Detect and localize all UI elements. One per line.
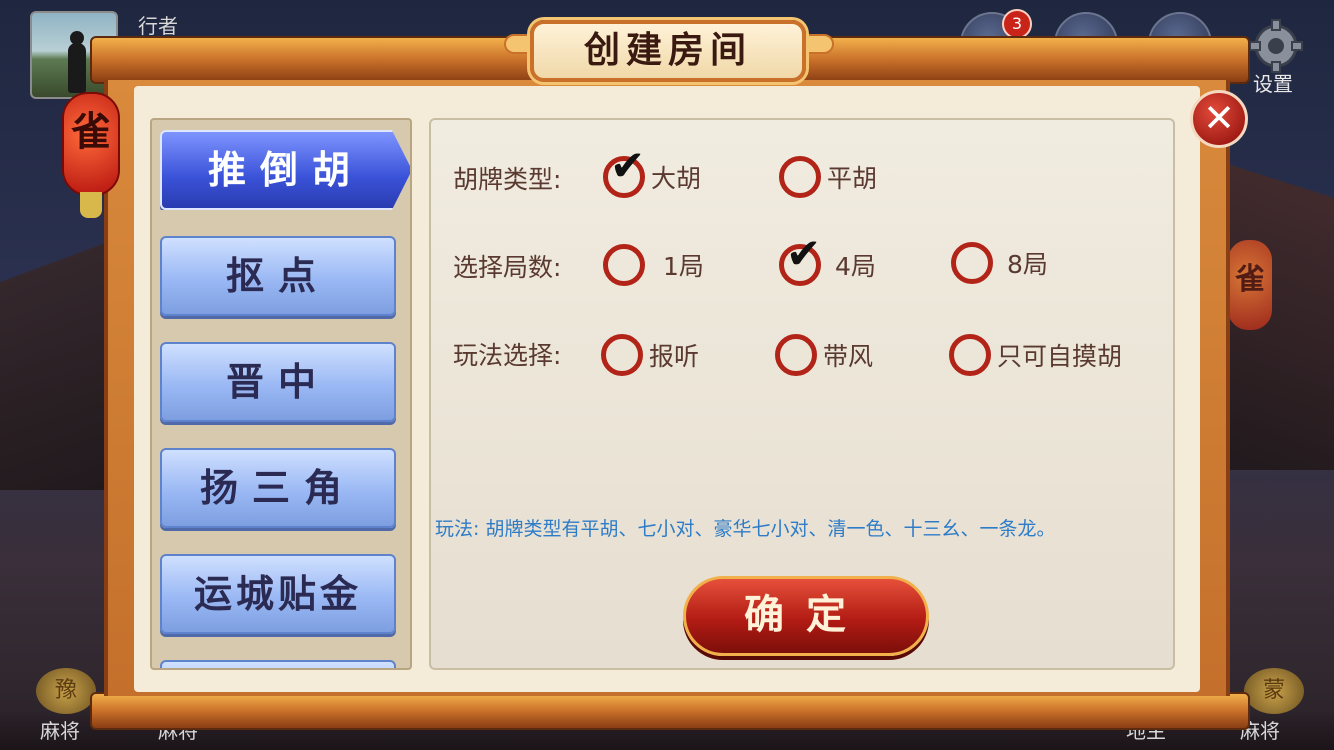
confirm-button[interactable]: 确定 (683, 576, 929, 656)
checkbox-pinghu[interactable] (779, 156, 821, 198)
checkbox-daifeng[interactable] (775, 334, 817, 376)
tab-partial-next[interactable] (160, 660, 396, 668)
option-8-round[interactable]: 8局 (951, 242, 1048, 284)
game-caption-left: 麻将 (40, 719, 80, 743)
checkbox-baoting[interactable] (601, 334, 643, 376)
tab-yangsanjiao[interactable]: 扬三角 (160, 448, 396, 528)
lantern-icon: 雀 (62, 92, 120, 196)
option-dahu[interactable]: ✔ 大胡 (603, 145, 702, 198)
option-zimo-only[interactable]: 只可自摸胡 (949, 334, 1122, 376)
check-mark-icon: ✔ (610, 141, 646, 190)
options-panel: 胡牌类型: ✔ 大胡 平胡 选择局数: 1局 ✔ 4局 8局 玩法选择: 报听 … (429, 118, 1175, 670)
rule-description: 玩法: 胡牌类型有平胡、七小对、豪华七小对、清一色、十三幺、一条龙。 (435, 518, 1056, 540)
checkbox-1-round[interactable] (603, 244, 645, 286)
mail-badge: 3 (1002, 9, 1032, 39)
option-label: 4局 (835, 252, 876, 281)
check-mark-icon: ✔ (786, 229, 822, 278)
checkbox-zimo-only[interactable] (949, 334, 991, 376)
lantern-tassel (80, 192, 102, 218)
row-label-round-count: 选择局数: (453, 253, 562, 282)
tab-jinzhong[interactable]: 晋中 (160, 342, 396, 422)
dialog-title: 创建房间 (530, 20, 806, 82)
avatar-person-silhouette (68, 31, 86, 93)
rule-tab-list: 推倒胡 抠点 晋中 扬三角 运城贴金 (150, 118, 412, 670)
tab-yunchengtiejin[interactable]: 运城贴金 (160, 554, 396, 634)
game-badge-left[interactable]: 豫 (36, 668, 96, 714)
background-lantern: 雀 (1228, 240, 1272, 330)
scroll-bottom-rod (90, 692, 1250, 730)
tab-tuidaohu[interactable]: 推倒胡 (160, 130, 410, 210)
tab-koudian[interactable]: 抠点 (160, 236, 396, 316)
option-label: 只可自摸胡 (997, 342, 1123, 371)
settings-label[interactable]: 设置 (1253, 68, 1293, 97)
option-label: 报听 (649, 342, 700, 371)
checkbox-dahu[interactable]: ✔ (603, 145, 645, 198)
checkbox-8-round[interactable] (951, 242, 993, 284)
checkbox-4-round[interactable]: ✔ (779, 233, 821, 286)
option-daifeng[interactable]: 带风 (775, 334, 873, 376)
row-label-hupai-type: 胡牌类型: (453, 165, 562, 194)
option-pinghu[interactable]: 平胡 (779, 156, 877, 198)
option-1-round[interactable]: 1局 (603, 244, 704, 286)
option-4-round[interactable]: ✔ 4局 (779, 233, 876, 286)
game-badge-right[interactable]: 蒙 (1244, 668, 1304, 714)
option-baoting[interactable]: 报听 (601, 334, 699, 376)
row-label-play-options: 玩法选择: (453, 341, 562, 370)
close-button[interactable]: ✕ (1190, 90, 1248, 148)
option-label: 平胡 (827, 164, 878, 193)
option-label: 带风 (823, 342, 874, 371)
option-label: 1局 (663, 252, 704, 281)
option-label: 8局 (1007, 250, 1048, 279)
option-label: 大胡 (651, 164, 702, 193)
username: 行者 (138, 14, 178, 38)
